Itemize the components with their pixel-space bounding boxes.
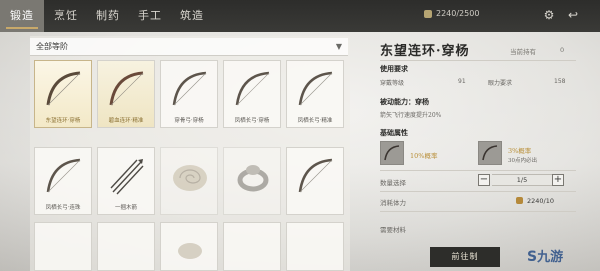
item-title: 东望连环·穿杨 bbox=[380, 44, 470, 59]
item-name: 凤栖长弓·穿杨 bbox=[234, 118, 270, 124]
tab-building[interactable]: 筑造 bbox=[172, 0, 212, 32]
watermark-text: 九游 bbox=[537, 250, 564, 265]
item-card[interactable]: 碧血连环·精准 bbox=[97, 60, 155, 128]
stamina-icon bbox=[424, 10, 432, 18]
bow-icon bbox=[46, 158, 81, 193]
requirements-heading: 使用要求 bbox=[380, 64, 408, 73]
tier-filter-dropdown[interactable]: 全部等阶 ▼ bbox=[30, 38, 348, 56]
attribute-icon bbox=[478, 141, 502, 165]
item-name: 穿骨弓·穿杨 bbox=[174, 118, 204, 124]
owned-value: 0 bbox=[560, 46, 565, 54]
item-name: 碧血连环·精准 bbox=[108, 118, 144, 124]
chevron-down-icon: ▼ bbox=[335, 42, 342, 51]
item-card[interactable]: 凤栖长弓·连珠 bbox=[34, 147, 92, 215]
attribute-1-chance: 10%概率 bbox=[410, 152, 438, 160]
quantity-value: 1/5 bbox=[516, 176, 528, 184]
bow-icon bbox=[109, 71, 144, 106]
item-card[interactable] bbox=[160, 222, 218, 271]
item-name: 一捆木箭 bbox=[114, 205, 137, 211]
level-req-label: 穿戴等级 bbox=[380, 80, 405, 87]
item-name: 凤栖长弓·精准 bbox=[297, 118, 333, 124]
divider bbox=[380, 60, 576, 61]
item-card[interactable] bbox=[97, 222, 155, 271]
stamina-readout: 2240/2500 bbox=[436, 9, 480, 18]
stamina-cost-value: 2240/10 bbox=[527, 197, 555, 205]
bow-icon bbox=[482, 145, 498, 161]
back-icon[interactable]: ↩ bbox=[566, 8, 580, 22]
settings-icon[interactable]: ⚙ bbox=[542, 8, 556, 22]
item-card[interactable] bbox=[286, 147, 344, 215]
attribute-2-note: 30点内必出 bbox=[508, 158, 537, 164]
watermark-logo: S九游 bbox=[527, 249, 564, 265]
item-card[interactable]: 凤栖长弓·精准 bbox=[286, 60, 344, 128]
goto-craft-button[interactable]: 前往制 bbox=[430, 247, 500, 267]
passive-heading: 被动能力：穿杨 bbox=[380, 97, 429, 106]
bow-icon bbox=[172, 71, 207, 106]
item-card[interactable] bbox=[286, 222, 344, 271]
tab-forging[interactable]: 锻造 bbox=[0, 0, 44, 32]
divider bbox=[380, 211, 576, 212]
top-navigation-bar: 锻造 烹饪 制药 手工 筑造 2240/2500 ⚙ ↩ bbox=[0, 0, 600, 32]
shell-icon bbox=[173, 165, 207, 191]
stamina-icon bbox=[516, 197, 523, 204]
bow-icon bbox=[298, 158, 333, 193]
stamina-cost-label: 消耗体力 bbox=[380, 199, 406, 207]
level-req-value: 91 bbox=[458, 78, 466, 85]
materials-label: 需要材料 bbox=[380, 226, 406, 234]
ring-icon bbox=[237, 165, 269, 192]
passive-text: 箭矢飞行速度提升20% bbox=[380, 112, 442, 119]
arrows-icon bbox=[110, 159, 144, 195]
bow-icon bbox=[235, 71, 270, 106]
item-card[interactable] bbox=[223, 222, 281, 271]
tab-handcraft[interactable]: 手工 bbox=[130, 0, 170, 32]
attribute-2-chance: 3%概率 bbox=[508, 147, 532, 155]
base-attributes-heading: 基础属性 bbox=[380, 128, 408, 137]
bow-icon bbox=[384, 145, 400, 161]
item-card[interactable]: 一捆木箭 bbox=[97, 147, 155, 215]
sight-req-value: 158 bbox=[554, 78, 566, 85]
item-name: 东望连环·穿杨 bbox=[45, 118, 81, 124]
item-card[interactable]: 穿骨弓·穿杨 bbox=[160, 60, 218, 128]
attribute-icon bbox=[380, 141, 404, 165]
owned-label: 当前持有 bbox=[510, 48, 536, 56]
item-card[interactable] bbox=[223, 147, 281, 215]
tier-filter-label: 全部等阶 bbox=[36, 42, 68, 51]
item-card[interactable]: 凤栖长弓·穿杨 bbox=[223, 60, 281, 128]
item-card[interactable] bbox=[34, 222, 92, 271]
bow-icon bbox=[46, 71, 81, 106]
shell-icon bbox=[178, 243, 202, 259]
bow-icon bbox=[298, 71, 333, 106]
item-card[interactable] bbox=[160, 147, 218, 215]
tab-cooking[interactable]: 烹饪 bbox=[46, 0, 86, 32]
item-card[interactable]: 东望连环·穿杨 bbox=[34, 60, 92, 128]
quantity-label: 数量选择 bbox=[380, 179, 406, 187]
quantity-plus-button[interactable]: + bbox=[552, 174, 564, 186]
item-name: 凤栖长弓·连珠 bbox=[45, 205, 81, 211]
divider bbox=[380, 191, 576, 192]
sight-req-label: 眼力要求 bbox=[488, 80, 513, 87]
tab-medicine[interactable]: 制药 bbox=[88, 0, 128, 32]
quantity-minus-button[interactable]: − bbox=[478, 174, 490, 186]
divider bbox=[380, 170, 576, 171]
